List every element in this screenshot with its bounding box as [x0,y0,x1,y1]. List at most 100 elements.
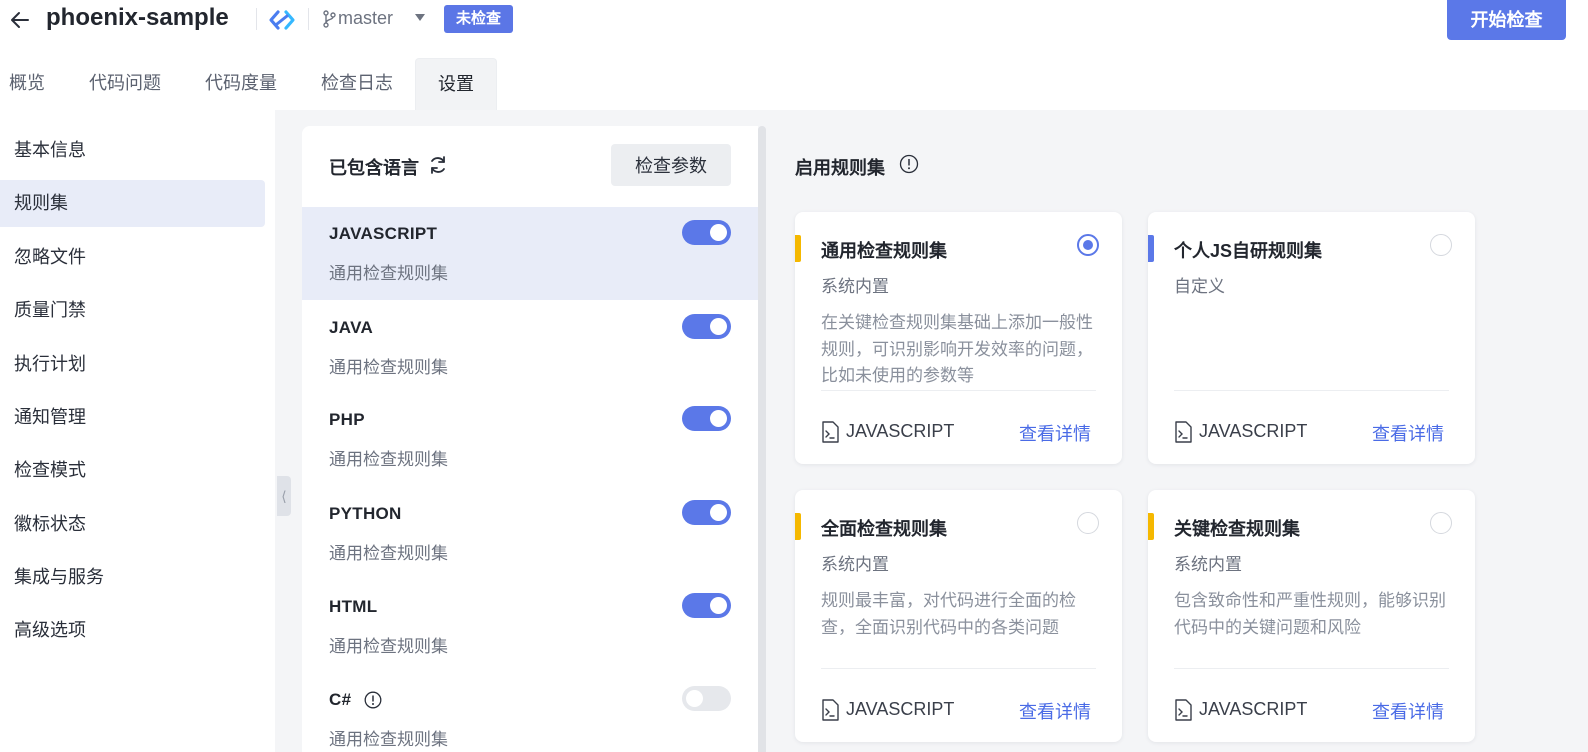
language-ruleset: 通用检查规则集 [329,450,448,469]
ruleset-title: 个人JS自研规则集 [1174,241,1323,261]
language-toggle[interactable] [682,593,731,618]
ruleset-language: JAVASCRIPT [1199,699,1308,719]
sidebar-item-basic-info[interactable]: 基本信息 [0,127,265,174]
header-divider-2 [308,8,309,30]
code-file-icon [822,699,839,721]
ruleset-language: JAVASCRIPT [846,421,955,441]
language-name: JAVA [329,318,374,337]
toggle-knob [710,318,727,335]
code-analysis-logo-icon[interactable] [268,8,296,32]
tab-check-logs[interactable]: 检查日志 [299,58,415,110]
ruleset-type: 系统内置 [821,277,889,296]
language-name: HTML [329,597,378,616]
language-ruleset: 通用检查规则集 [329,730,448,749]
project-title: phoenix-sample [46,4,229,31]
language-toggle[interactable] [682,406,731,431]
ruleset-type: 系统内置 [1174,555,1242,574]
language-toggle[interactable] [682,220,731,245]
toggle-knob [710,224,727,241]
header: phoenix-sample master 未检查 开始检查 [0,0,1588,40]
caret-down-icon[interactable] [414,13,426,23]
card-divider [1174,390,1449,391]
top-tabs: 概览 代码问题 代码度量 检查日志 设置 [0,58,497,110]
languages-panel: 已包含语言 检查参数 JAVASCRIPT 通用检查规则集 JAVA 通用检查规… [302,126,758,752]
languages-title: 已包含语言 [329,158,419,178]
ruleset-radio[interactable] [1430,234,1452,256]
card-accent-bar [1148,235,1154,262]
ruleset-radio[interactable] [1077,234,1099,256]
language-row[interactable]: PYTHON 通用检查规则集 [302,487,758,580]
language-ruleset: 通用检查规则集 [329,358,448,377]
card-divider [1174,668,1449,669]
ruleset-description: 在关键检查规则集基础上添加一般性规则，可识别影响开发效率的问题，比如未使用的参数… [821,313,1093,385]
languages-scrollbar[interactable] [758,126,766,752]
content-area: 基本信息 规则集 忽略文件 质量门禁 执行计划 通知管理 检查模式 徽标状态 集… [0,110,1588,752]
view-details-link[interactable]: 查看详情 [1372,698,1444,724]
info-icon[interactable] [364,691,382,709]
start-check-button[interactable]: 开始检查 [1447,0,1566,40]
language-name: PYTHON [329,504,402,523]
tab-settings[interactable]: 设置 [415,58,497,110]
enabled-rulesets-title: 启用规则集 [795,158,885,178]
ruleset-title: 全面检查规则集 [821,519,947,539]
ruleset-language: JAVASCRIPT [1199,421,1308,441]
language-toggle[interactable] [682,686,731,711]
view-details-link[interactable]: 查看详情 [1019,698,1091,724]
language-toggle[interactable] [682,314,731,339]
status-badge: 未检查 [444,5,514,33]
sidebar-item-integrations[interactable]: 集成与服务 [0,554,265,601]
card-accent-bar [1148,513,1154,540]
branch-selector[interactable]: master [338,8,393,29]
sidebar-item-notifications[interactable]: 通知管理 [0,394,265,441]
language-toggle[interactable] [682,500,731,525]
language-name: C# [329,690,352,709]
card-divider [821,390,1096,391]
sidebar-item-quality-gate[interactable]: 质量门禁 [0,287,265,334]
refresh-icon[interactable] [428,155,448,175]
sidebar-item-ignore-files[interactable]: 忽略文件 [0,234,265,281]
language-row[interactable]: JAVA 通用检查规则集 [302,301,758,394]
toggle-knob [710,504,727,521]
language-row[interactable]: C# 通用检查规则集 [302,673,758,752]
ruleset-card[interactable]: 个人JS自研规则集 自定义 JAVASCRIPT 查看详情 [1148,212,1475,464]
ruleset-description [1174,310,1452,390]
language-row[interactable]: JAVASCRIPT 通用检查规则集 [302,207,758,300]
card-accent-bar [795,235,801,262]
info-icon[interactable] [899,154,919,174]
ruleset-radio[interactable] [1430,512,1452,534]
card-divider [821,668,1096,669]
view-details-link[interactable]: 查看详情 [1019,420,1091,446]
ruleset-type: 系统内置 [821,555,889,574]
tab-overview[interactable]: 概览 [0,58,67,110]
sidebar-collapse-handle[interactable]: ⟨ [277,476,291,516]
tab-code-metrics[interactable]: 代码度量 [183,58,299,110]
toggle-knob [686,690,703,707]
check-params-button[interactable]: 检查参数 [611,144,731,186]
language-row[interactable]: PHP 通用检查规则集 [302,393,758,486]
ruleset-language: JAVASCRIPT [846,699,955,719]
ruleset-type: 自定义 [1174,277,1225,296]
ruleset-card[interactable]: 全面检查规则集 系统内置 规则最丰富，对代码进行全面的检查，全面识别代码中的各类… [795,490,1122,742]
git-branch-icon [323,10,336,28]
ruleset-card[interactable]: 通用检查规则集 系统内置 在关键检查规则集基础上添加一般性规则，可识别影响开发效… [795,212,1122,464]
sidebar-item-advanced[interactable]: 高级选项 [0,607,265,654]
ruleset-card[interactable]: 关键检查规则集 系统内置 包含致命性和严重性规则，能够识别代码中的关键问题和风险… [1148,490,1475,742]
code-file-icon [822,421,839,443]
sidebar-item-schedule[interactable]: 执行计划 [0,341,265,388]
code-file-icon [1175,421,1192,443]
ruleset-description: 规则最丰富，对代码进行全面的检查，全面识别代码中的各类问题 [821,591,1076,637]
sidebar-item-rulesets[interactable]: 规则集 [0,180,265,227]
tab-code-issues[interactable]: 代码问题 [67,58,183,110]
back-arrow-icon[interactable] [8,8,32,32]
toggle-knob [710,410,727,427]
language-ruleset: 通用检查规则集 [329,637,448,656]
ruleset-title: 通用检查规则集 [821,241,947,261]
view-details-link[interactable]: 查看详情 [1372,420,1444,446]
ruleset-description: 包含致命性和严重性规则，能够识别代码中的关键问题和风险 [1174,591,1446,637]
sidebar-item-badge-status[interactable]: 徽标状态 [0,501,265,548]
language-row[interactable]: HTML 通用检查规则集 [302,580,758,673]
sidebar-item-check-mode[interactable]: 检查模式 [0,447,265,494]
ruleset-radio[interactable] [1077,512,1099,534]
ruleset-title: 关键检查规则集 [1174,519,1300,539]
header-divider [256,8,257,30]
